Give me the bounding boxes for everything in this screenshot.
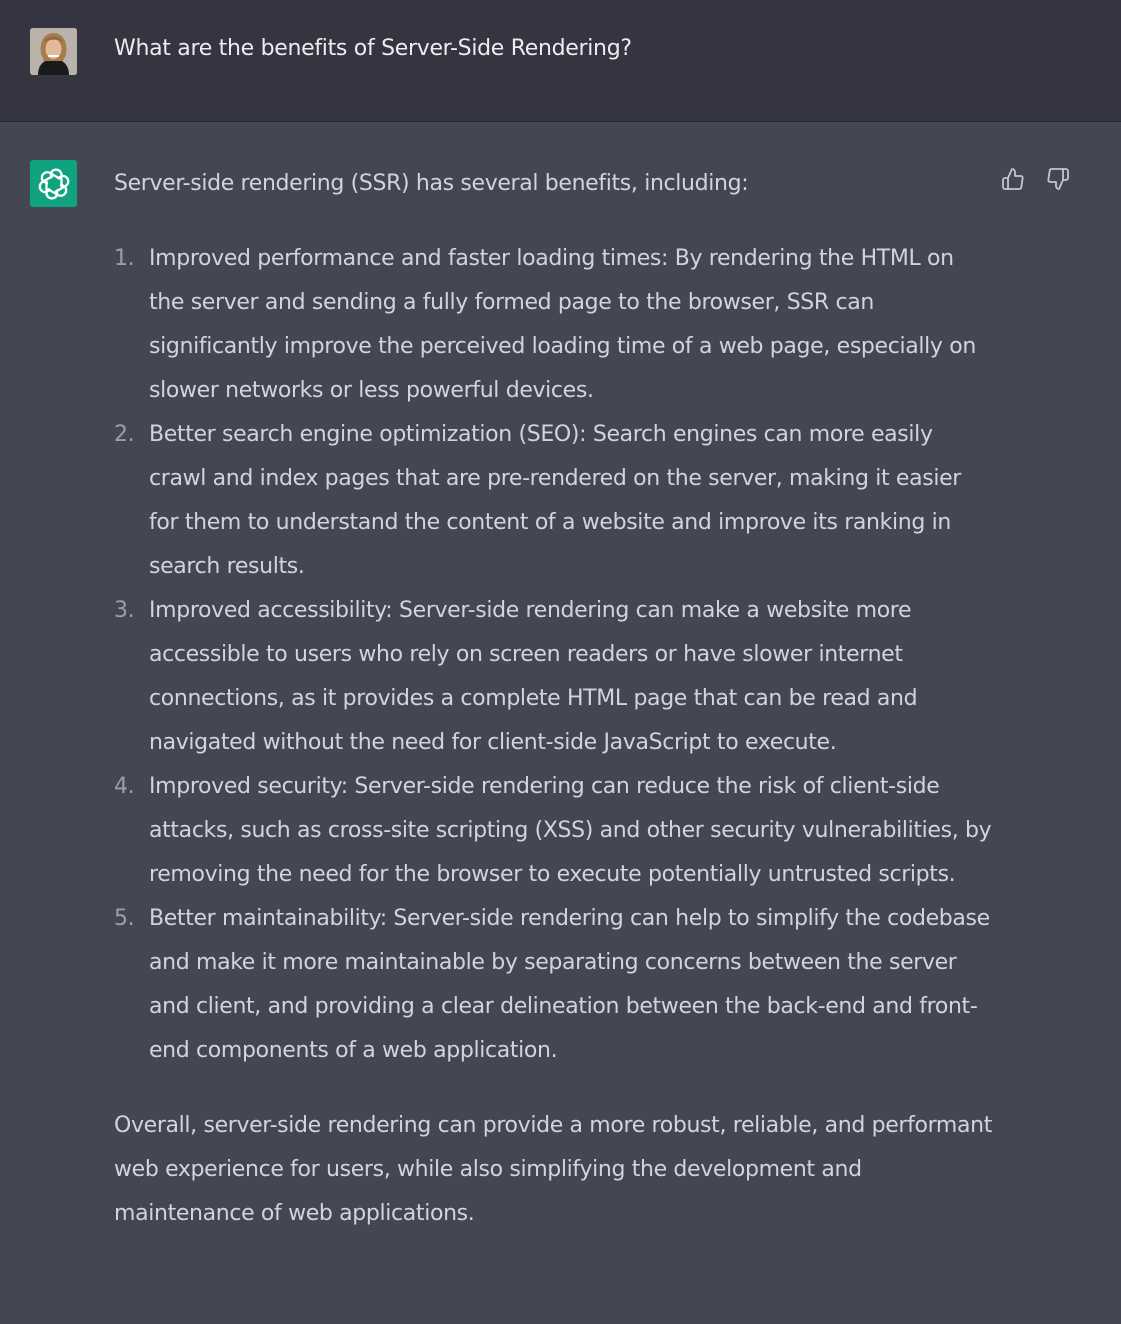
list-item-text: Improved accessibility: Server-side rend… [149, 598, 918, 755]
benefits-list: 1. Improved performance and faster loadi… [114, 237, 994, 1073]
list-item-number: 5. [114, 906, 135, 931]
list-item-text: Improved security: Server-side rendering… [149, 774, 992, 887]
thumbs-up-icon [1001, 167, 1024, 190]
list-item: 5. Better maintainability: Server-side r… [114, 897, 994, 1073]
feedback-buttons [1000, 166, 1070, 191]
list-item-text: Better maintainability: Server-side rend… [149, 906, 990, 1063]
list-item-number: 2. [114, 422, 135, 447]
thumbs-down-icon [1046, 167, 1069, 190]
list-item-text: Better search engine optimization (SEO):… [149, 422, 961, 579]
list-item-number: 4. [114, 774, 135, 799]
list-item-number: 1. [114, 246, 135, 271]
list-item: 2. Better search engine optimization (SE… [114, 413, 994, 589]
list-item: 1. Improved performance and faster loadi… [114, 237, 994, 413]
user-avatar [30, 28, 77, 75]
user-message-text: What are the benefits of Server-Side Ren… [114, 36, 632, 61]
list-item: 3. Improved accessibility: Server-side r… [114, 589, 994, 765]
list-item: 4. Improved security: Server-side render… [114, 765, 994, 897]
openai-logo-icon [30, 160, 77, 207]
list-item-number: 3. [114, 598, 135, 623]
thumbs-down-button[interactable] [1045, 166, 1070, 191]
user-message: What are the benefits of Server-Side Ren… [0, 0, 1121, 122]
assistant-outro: Overall, server-side rendering can provi… [114, 1113, 993, 1226]
assistant-message-content: Server-side rendering (SSR) has several … [114, 162, 994, 1236]
assistant-message: Server-side rendering (SSR) has several … [0, 122, 1121, 1324]
list-item-text: Improved performance and faster loading … [149, 246, 976, 403]
assistant-intro: Server-side rendering (SSR) has several … [114, 171, 749, 196]
thumbs-up-button[interactable] [1000, 166, 1025, 191]
